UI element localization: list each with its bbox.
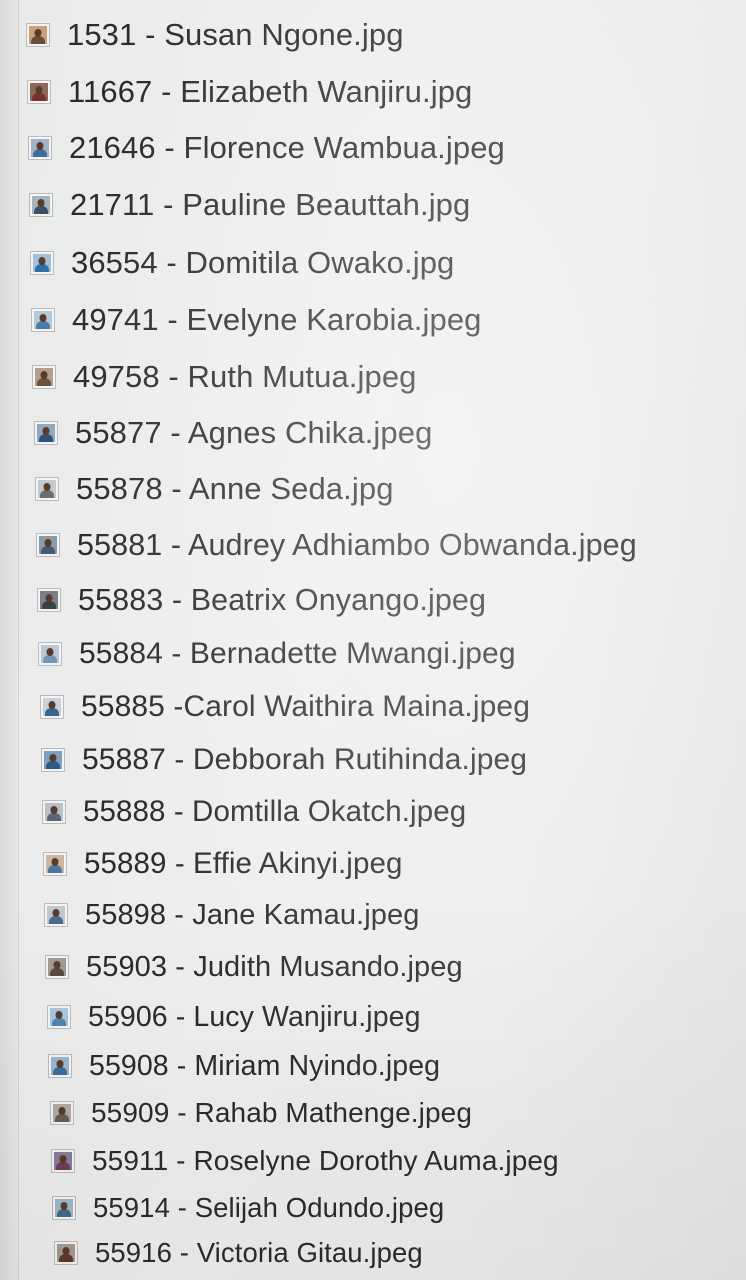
image-thumbnail-icon [31,308,55,332]
image-thumbnail-icon [52,1196,76,1220]
file-name-label: 55908 - Miriam Nyindo.jpeg [89,1049,441,1082]
file-list-item[interactable]: 1531 - Susan Ngone.jpg [26,15,404,55]
file-list-item[interactable]: 55887 - Debborah Rutihinda.jpeg [41,740,527,780]
image-thumbnail-icon [38,642,62,666]
image-thumbnail-icon [28,136,52,160]
file-name-label: 55878 - Anne Seda.jpg [76,471,394,506]
file-list-item[interactable]: 55908 - Miriam Nyindo.jpeg [48,1046,440,1086]
file-name-label: 55916 - Victoria Gitau.jpeg [95,1237,423,1268]
image-thumbnail-icon [48,1054,72,1078]
file-list-item[interactable]: 55881 - Audrey Adhiambo Obwanda.jpeg [36,525,637,565]
file-list-item[interactable]: 55877 - Agnes Chika.jpeg [34,413,432,453]
image-thumbnail-icon [44,903,68,927]
file-list-item[interactable]: 55911 - Roselyne Dorothy Auma.jpeg [51,1141,559,1181]
image-thumbnail-icon [29,193,53,217]
file-name-label: 55889 - Effie Akinyi.jpeg [84,847,403,880]
image-thumbnail-icon [47,1005,71,1029]
window-left-edge [0,0,19,1280]
image-thumbnail-icon [50,1101,74,1125]
file-list-item[interactable]: 55903 - Judith Musando.jpeg [45,947,463,987]
image-thumbnail-icon [26,23,50,47]
file-list-item[interactable]: 21646 - Florence Wambua.jpeg [28,128,505,168]
file-list-item[interactable]: 55889 - Effie Akinyi.jpeg [43,844,402,884]
file-list-item[interactable]: 55883 - Beatrix Onyango.jpeg [37,580,486,620]
image-thumbnail-icon [41,748,65,772]
file-name-label: 55909 - Rahab Mathenge.jpeg [91,1097,472,1128]
image-thumbnail-icon [43,852,67,876]
image-thumbnail-icon [54,1241,78,1265]
file-name-label: 55885 -Carol Waithira Maina.jpeg [81,690,530,723]
file-name-label: 55898 - Jane Kamau.jpeg [85,898,420,931]
file-name-label: 55877 - Agnes Chika.jpeg [75,415,433,450]
image-thumbnail-icon [27,80,51,104]
file-list-item[interactable]: 49758 - Ruth Mutua.jpeg [32,357,417,397]
file-name-label: 55884 - Bernadette Mwangi.jpeg [79,637,516,670]
file-name-label: 36554 - Domitila Owako.jpg [71,245,455,280]
image-thumbnail-icon [34,421,58,445]
file-name-label: 49758 - Ruth Mutua.jpeg [73,359,417,394]
file-name-label: 55888 - Domtilla Okatch.jpeg [83,795,467,828]
file-list-item[interactable]: 55906 - Lucy Wanjiru.jpeg [47,997,421,1037]
file-list-item[interactable]: 55878 - Anne Seda.jpg [35,469,394,509]
file-list-item[interactable]: 11667 - Elizabeth Wanjiru.jpg [27,72,472,112]
image-thumbnail-icon [45,955,69,979]
file-list-item[interactable]: 55909 - Rahab Mathenge.jpeg [50,1093,472,1133]
file-name-label: 55903 - Judith Musando.jpeg [86,950,463,983]
file-name-label: 1531 - Susan Ngone.jpg [67,17,404,52]
file-list-item[interactable]: 55884 - Bernadette Mwangi.jpeg [38,634,516,674]
image-thumbnail-icon [35,477,59,501]
image-thumbnail-icon [40,695,64,719]
finder-window: 1531 - Susan Ngone.jpg 11667 - Elizabeth … [0,0,746,1280]
file-list-item[interactable]: 55888 - Domtilla Okatch.jpeg [42,792,466,832]
file-list-item[interactable]: 36554 - Domitila Owako.jpg [30,243,454,283]
image-thumbnail-icon [30,251,54,275]
image-thumbnail-icon [51,1149,75,1173]
file-name-label: 55883 - Beatrix Onyango.jpeg [78,582,487,617]
file-list-item[interactable]: 21711 - Pauline Beauttah.jpg [29,185,470,225]
file-list-item[interactable]: 55898 - Jane Kamau.jpeg [44,895,419,935]
file-name-label: 11667 - Elizabeth Wanjiru.jpg [68,74,473,109]
file-list-item[interactable]: 55885 -Carol Waithira Maina.jpeg [40,687,530,727]
file-name-label: 21646 - Florence Wambua.jpeg [69,130,505,165]
file-list-item[interactable]: 55914 - Selijah Odundo.jpeg [52,1188,444,1228]
file-name-label: 49741 - Evelyne Karobia.jpeg [72,302,482,337]
file-name-label: 55906 - Lucy Wanjiru.jpeg [88,1000,421,1033]
image-thumbnail-icon [37,588,61,612]
file-list-item[interactable]: 49741 - Evelyne Karobia.jpeg [31,300,482,340]
file-name-label: 21711 - Pauline Beauttah.jpg [70,187,471,222]
file-name-label: 55887 - Debborah Rutihinda.jpeg [82,743,528,776]
image-thumbnail-icon [36,533,60,557]
file-list-item[interactable]: 55916 - Victoria Gitau.jpeg [54,1233,423,1273]
image-thumbnail-icon [42,800,66,824]
file-name-label: 55881 - Audrey Adhiambo Obwanda.jpeg [77,527,637,562]
file-name-label: 55911 - Roselyne Dorothy Auma.jpeg [92,1145,559,1176]
image-thumbnail-icon [32,365,56,389]
file-name-label: 55914 - Selijah Odundo.jpeg [93,1192,445,1223]
